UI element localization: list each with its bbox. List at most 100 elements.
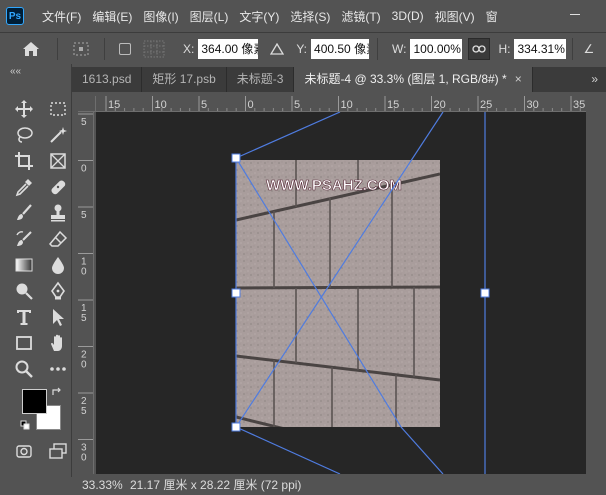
tab-rect17[interactable]: 矩形 17.psb bbox=[142, 67, 227, 92]
tab-label: 未标题-4 @ 33.3% (图层 1, RGB/8#) * bbox=[304, 72, 507, 86]
menu-view[interactable]: 视图(V) bbox=[431, 8, 479, 25]
menu-3d[interactable]: 3D(D) bbox=[388, 9, 428, 23]
eyedropper-tool[interactable] bbox=[10, 174, 38, 200]
brick-wall-image[interactable] bbox=[236, 160, 440, 467]
blur-tool[interactable] bbox=[44, 252, 72, 278]
handle-bottom-left[interactable] bbox=[231, 422, 241, 432]
document-info: 21.17 厘米 x 28.22 厘米 (72 ppi) bbox=[130, 478, 302, 492]
type-tool[interactable] bbox=[10, 304, 38, 330]
ruler-origin[interactable] bbox=[78, 96, 96, 112]
foreground-color-swatch[interactable] bbox=[22, 389, 47, 414]
handle-middle-left[interactable] bbox=[231, 288, 241, 298]
default-colors-icon[interactable] bbox=[20, 420, 30, 430]
canvas-area[interactable]: WWW.PSAHZ.COM bbox=[96, 112, 586, 474]
angle-label: ∠ bbox=[583, 41, 595, 56]
eraser-icon bbox=[48, 230, 68, 247]
magic-wand-icon bbox=[50, 127, 67, 143]
rectangle-tool[interactable] bbox=[10, 330, 38, 356]
tab-label: 未标题-3 bbox=[236, 72, 284, 86]
zoom-tool[interactable] bbox=[10, 356, 38, 382]
reference-checkbox[interactable] bbox=[119, 42, 131, 55]
crop-icon bbox=[15, 152, 33, 170]
document-tabs: 1613.psd 矩形 17.psb 未标题-3 未标题-4 @ 33.3% (… bbox=[72, 67, 606, 92]
eraser-tool[interactable] bbox=[44, 226, 72, 252]
h-field[interactable]: 334.31% bbox=[514, 38, 567, 59]
vertical-ruler[interactable]: 5051015202530 bbox=[78, 112, 94, 474]
hand-tool[interactable] bbox=[44, 330, 72, 356]
frame-tool[interactable] bbox=[44, 148, 72, 174]
ellipsis-icon bbox=[50, 367, 66, 371]
zoom-level[interactable]: 33.33% bbox=[82, 478, 130, 492]
menu-select[interactable]: 选择(S) bbox=[286, 8, 334, 25]
vertical-scrollbar[interactable] bbox=[586, 96, 606, 474]
bandage-icon bbox=[51, 180, 66, 195]
healing-brush-tool[interactable] bbox=[44, 174, 72, 200]
tab-untitled-4[interactable]: 未标题-4 @ 33.3% (图层 1, RGB/8#) * × bbox=[294, 67, 533, 92]
x-field[interactable]: 364.00 像素 bbox=[198, 38, 259, 59]
path-selection-tool[interactable] bbox=[44, 304, 72, 330]
close-icon[interactable]: × bbox=[515, 72, 522, 86]
menu-file[interactable]: 文件(F) bbox=[38, 8, 85, 25]
home-button[interactable] bbox=[13, 35, 49, 63]
ruler-tick-label: 5 bbox=[81, 406, 87, 417]
hand-icon bbox=[51, 334, 62, 351]
delta-icon bbox=[270, 42, 285, 55]
swap-colors-icon[interactable] bbox=[52, 387, 62, 397]
x-label: X: bbox=[183, 41, 195, 56]
more-tools[interactable] bbox=[44, 356, 72, 382]
divider bbox=[377, 37, 379, 60]
gradient-icon bbox=[15, 258, 33, 272]
y-field[interactable]: 400.50 像素 bbox=[311, 38, 370, 59]
divider bbox=[572, 37, 574, 60]
lasso-tool[interactable] bbox=[10, 122, 38, 148]
menu-window[interactable]: 窗 bbox=[482, 8, 502, 25]
screen-mode-icon bbox=[49, 443, 67, 459]
ruler-tick-label: 0 bbox=[81, 164, 87, 175]
handle-middle-right[interactable] bbox=[480, 288, 490, 298]
menu-filter[interactable]: 滤镜(T) bbox=[337, 8, 384, 25]
ruler-tick-label: 0 bbox=[81, 360, 87, 371]
toolbar: «« bbox=[0, 64, 72, 477]
more-tabs-icon[interactable]: » bbox=[591, 67, 598, 92]
magic-wand-tool[interactable] bbox=[44, 122, 72, 148]
ruler-tick-label: 5 bbox=[81, 313, 87, 324]
grid-icon bbox=[139, 38, 169, 60]
menu-edit[interactable]: 编辑(E) bbox=[88, 8, 136, 25]
quick-mask-button[interactable] bbox=[10, 438, 38, 464]
tab-label: 1613.psd bbox=[82, 72, 132, 86]
ruler-tick-label: 5 bbox=[81, 210, 87, 221]
collapse-toolbar-icon[interactable]: «« bbox=[10, 66, 21, 77]
marquee-tool[interactable] bbox=[44, 96, 72, 122]
gradient-tool[interactable] bbox=[10, 252, 38, 278]
reference-point-icon[interactable] bbox=[66, 38, 96, 60]
ruler-tick-label: 5 bbox=[294, 99, 300, 111]
horizontal-ruler[interactable]: 15 10 5 0 5 10 15 20 25 30 35 bbox=[96, 96, 586, 112]
ruler-tick-label: 10 bbox=[155, 99, 167, 111]
tab-1613[interactable]: 1613.psd bbox=[72, 67, 143, 92]
minimize-button[interactable] bbox=[564, 4, 586, 24]
history-brush-tool[interactable] bbox=[10, 226, 38, 252]
pen-tool[interactable] bbox=[44, 278, 72, 304]
tab-untitled-3[interactable]: 未标题-3 bbox=[227, 67, 295, 92]
crop-tool[interactable] bbox=[10, 148, 38, 174]
eyedropper-icon bbox=[15, 179, 32, 197]
stamp-tool[interactable] bbox=[44, 200, 72, 226]
options-bar: X: 364.00 像素 Y: 400.50 像素 W: 100.00% H: … bbox=[0, 32, 606, 64]
move-tool[interactable] bbox=[10, 96, 38, 122]
menu-image[interactable]: 图像(I) bbox=[139, 8, 182, 25]
history-brush-icon bbox=[16, 231, 32, 246]
status-bar: 33.33% 21.17 厘米 x 28.22 厘米 (72 ppi) bbox=[72, 474, 606, 495]
ruler-tick-label: 20 bbox=[434, 99, 446, 111]
brush-tool[interactable] bbox=[10, 200, 38, 226]
w-field[interactable]: 100.00% bbox=[410, 38, 463, 59]
dodge-tool[interactable] bbox=[10, 278, 38, 304]
link-button[interactable] bbox=[468, 37, 491, 60]
rectangle-icon bbox=[16, 336, 32, 350]
menu-layer[interactable]: 图层(L) bbox=[186, 8, 233, 25]
handle-top-left[interactable] bbox=[231, 153, 241, 163]
divider bbox=[57, 37, 58, 60]
zoom-icon bbox=[15, 360, 33, 378]
menu-type[interactable]: 文字(Y) bbox=[235, 8, 283, 25]
screen-mode-button[interactable] bbox=[44, 438, 72, 464]
type-icon bbox=[17, 310, 31, 325]
